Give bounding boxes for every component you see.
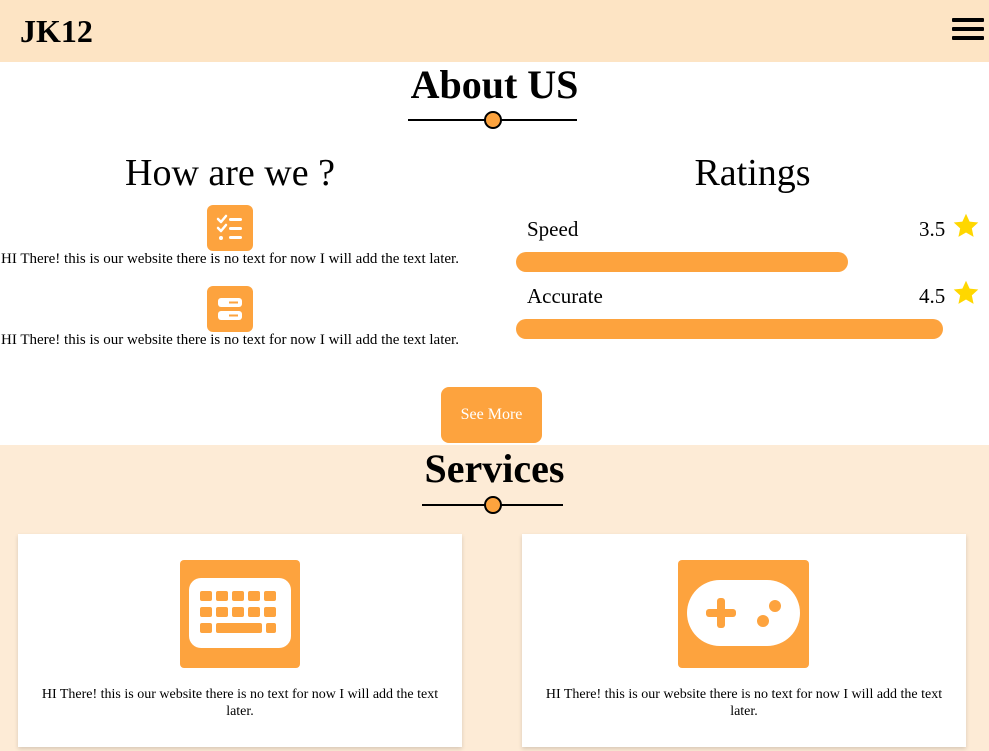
hamburger-menu-icon[interactable]	[952, 18, 984, 40]
service-card-text: HI There! this is our website there is n…	[545, 687, 943, 719]
rating-label-accurate: Accurate	[527, 284, 603, 308]
feature-text: HI There! this is our website there is n…	[1, 251, 459, 267]
service-card[interactable]: HI There! this is our website there is n…	[522, 534, 966, 747]
rating-value-speed: 3.5	[919, 217, 946, 241]
rating-label-speed: Speed	[527, 217, 579, 241]
keyboard-icon	[180, 560, 300, 668]
how-heading: How are we ?	[125, 152, 335, 194]
navbar: JK12	[0, 0, 989, 62]
service-card-text: HI There! this is our website there is n…	[41, 687, 439, 719]
brand-logo[interactable]: JK12	[20, 12, 93, 50]
services-divider	[422, 496, 563, 514]
star-icon	[953, 280, 979, 304]
about-title: About US	[410, 62, 579, 107]
star-icon	[953, 213, 979, 237]
rating-bar-speed	[516, 252, 848, 272]
ratings-heading: Ratings	[694, 152, 811, 194]
services-title: Services	[424, 446, 565, 491]
rating-value-accurate: 4.5	[919, 284, 946, 308]
feature-text: HI There! this is our website there is n…	[1, 332, 459, 348]
gamepad-icon	[678, 560, 809, 668]
checklist-icon	[207, 205, 253, 251]
server-icon	[207, 286, 253, 332]
about-divider	[408, 111, 577, 129]
see-more-button[interactable]: See More	[441, 387, 542, 443]
service-card[interactable]: HI There! this is our website there is n…	[18, 534, 462, 747]
rating-bar-accurate	[516, 319, 943, 339]
